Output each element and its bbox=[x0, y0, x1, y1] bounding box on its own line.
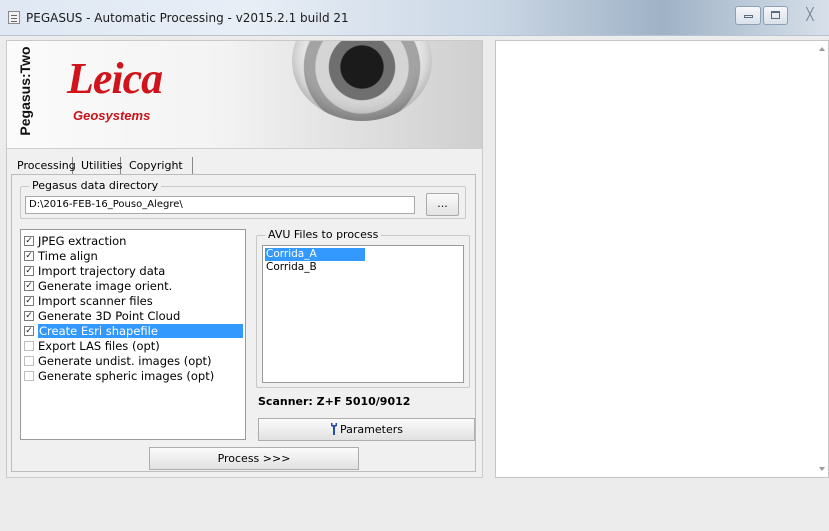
checkbox-unchecked-icon[interactable] bbox=[24, 340, 34, 351]
step-item[interactable]: ✓ Time align bbox=[21, 248, 245, 263]
processing-panel: Pegasus:Two Leica Geosystems Processing … bbox=[6, 40, 483, 478]
tab-utilities[interactable]: Utilities bbox=[77, 157, 122, 175]
parameters-button[interactable]: Parameters bbox=[258, 418, 475, 441]
geosystems-label: Geosystems bbox=[73, 108, 151, 123]
process-button[interactable]: Process >>> bbox=[149, 447, 359, 470]
step-label: Create Esri shapefile bbox=[38, 323, 243, 338]
checkbox-checked-icon[interactable]: ✓ bbox=[24, 280, 34, 291]
window-title: PEGASUS - Automatic Processing - v2015.2… bbox=[26, 11, 349, 25]
step-item[interactable]: Export LAS files (opt) bbox=[21, 338, 245, 353]
avu-file-item[interactable]: Corrida_A bbox=[265, 248, 365, 261]
step-label: Generate spheric images (opt) bbox=[38, 368, 215, 383]
app-icon bbox=[8, 11, 20, 24]
checkbox-checked-icon[interactable]: ✓ bbox=[24, 265, 34, 276]
checkbox-checked-icon[interactable]: ✓ bbox=[24, 250, 34, 261]
scanner-label: Scanner: Z+F 5010/9012 bbox=[258, 395, 411, 408]
checkbox-checked-icon[interactable]: ✓ bbox=[24, 295, 34, 306]
step-item[interactable]: ✓ Generate image orient. bbox=[21, 278, 245, 293]
step-item[interactable]: ✓ JPEG extraction bbox=[21, 233, 245, 248]
close-button[interactable]: ╳ bbox=[797, 6, 823, 25]
data-directory-input[interactable]: D:\2016-FEB-16_Pouso_Alegre\ bbox=[25, 196, 415, 214]
checkbox-checked-icon[interactable]: ✓ bbox=[24, 325, 34, 336]
step-label: Import trajectory data bbox=[38, 263, 166, 278]
leica-logo: Leica bbox=[67, 54, 163, 103]
data-directory-legend: Pegasus data directory bbox=[29, 179, 162, 192]
data-directory-group: Pegasus data directory D:\2016-FEB-16_Po… bbox=[20, 179, 466, 219]
tab-processing[interactable]: Processing bbox=[13, 157, 76, 175]
step-label: Export LAS files (opt) bbox=[38, 338, 160, 353]
step-label: Time align bbox=[38, 248, 98, 263]
step-item[interactable]: ✓ Create Esri shapefile bbox=[21, 323, 245, 338]
minimize-button[interactable] bbox=[735, 6, 761, 25]
maximize-button[interactable] bbox=[763, 6, 788, 25]
checkbox-unchecked-icon[interactable] bbox=[24, 355, 34, 366]
checkbox-checked-icon[interactable]: ✓ bbox=[24, 310, 34, 321]
step-label: Generate image orient. bbox=[38, 278, 173, 293]
window-footer bbox=[0, 478, 829, 531]
step-label: Generate undist. images (opt) bbox=[38, 353, 212, 368]
step-label: JPEG extraction bbox=[38, 233, 127, 248]
step-item[interactable]: Generate undist. images (opt) bbox=[21, 353, 245, 368]
avu-files-list: Corrida_A Corrida_B bbox=[262, 245, 464, 383]
minimize-icon bbox=[743, 15, 753, 18]
avu-files-group: AVU Files to process Corrida_A Corrida_B bbox=[256, 228, 470, 388]
step-item[interactable]: ✓ Import scanner files bbox=[21, 293, 245, 308]
checkbox-checked-icon[interactable]: ✓ bbox=[24, 235, 34, 246]
log-output-panel[interactable] bbox=[495, 40, 829, 478]
scroll-up-icon[interactable] bbox=[819, 47, 825, 51]
scanner-lens-image bbox=[292, 41, 432, 121]
checkbox-unchecked-icon[interactable] bbox=[24, 370, 34, 381]
product-name: Pegasus:Two bbox=[17, 46, 33, 136]
scroll-down-icon[interactable] bbox=[819, 467, 825, 471]
step-label: Generate 3D Point Cloud bbox=[38, 308, 181, 323]
log-scrollbar[interactable] bbox=[816, 41, 828, 477]
brand-banner: Pegasus:Two Leica Geosystems bbox=[7, 41, 482, 149]
tab-copyright[interactable]: Copyright bbox=[125, 157, 193, 175]
avu-files-legend: AVU Files to process bbox=[265, 228, 382, 241]
wrench-icon bbox=[331, 423, 338, 435]
title-bar: PEGASUS - Automatic Processing - v2015.2… bbox=[0, 0, 829, 36]
parameters-label: Parameters bbox=[340, 423, 403, 436]
maximize-icon bbox=[771, 11, 780, 19]
step-item[interactable]: ✓ Import trajectory data bbox=[21, 263, 245, 278]
step-item[interactable]: ✓ Generate 3D Point Cloud bbox=[21, 308, 245, 323]
processing-steps-list: ✓ JPEG extraction ✓ Time align ✓ Import traje… bbox=[20, 229, 246, 440]
step-label: Import scanner files bbox=[38, 293, 153, 308]
step-item[interactable]: Generate spheric images (opt) bbox=[21, 368, 245, 383]
browse-button[interactable]: ... bbox=[426, 193, 459, 216]
avu-file-item[interactable]: Corrida_B bbox=[265, 261, 461, 274]
processing-tab-body: Pegasus data directory D:\2016-FEB-16_Po… bbox=[11, 174, 476, 472]
